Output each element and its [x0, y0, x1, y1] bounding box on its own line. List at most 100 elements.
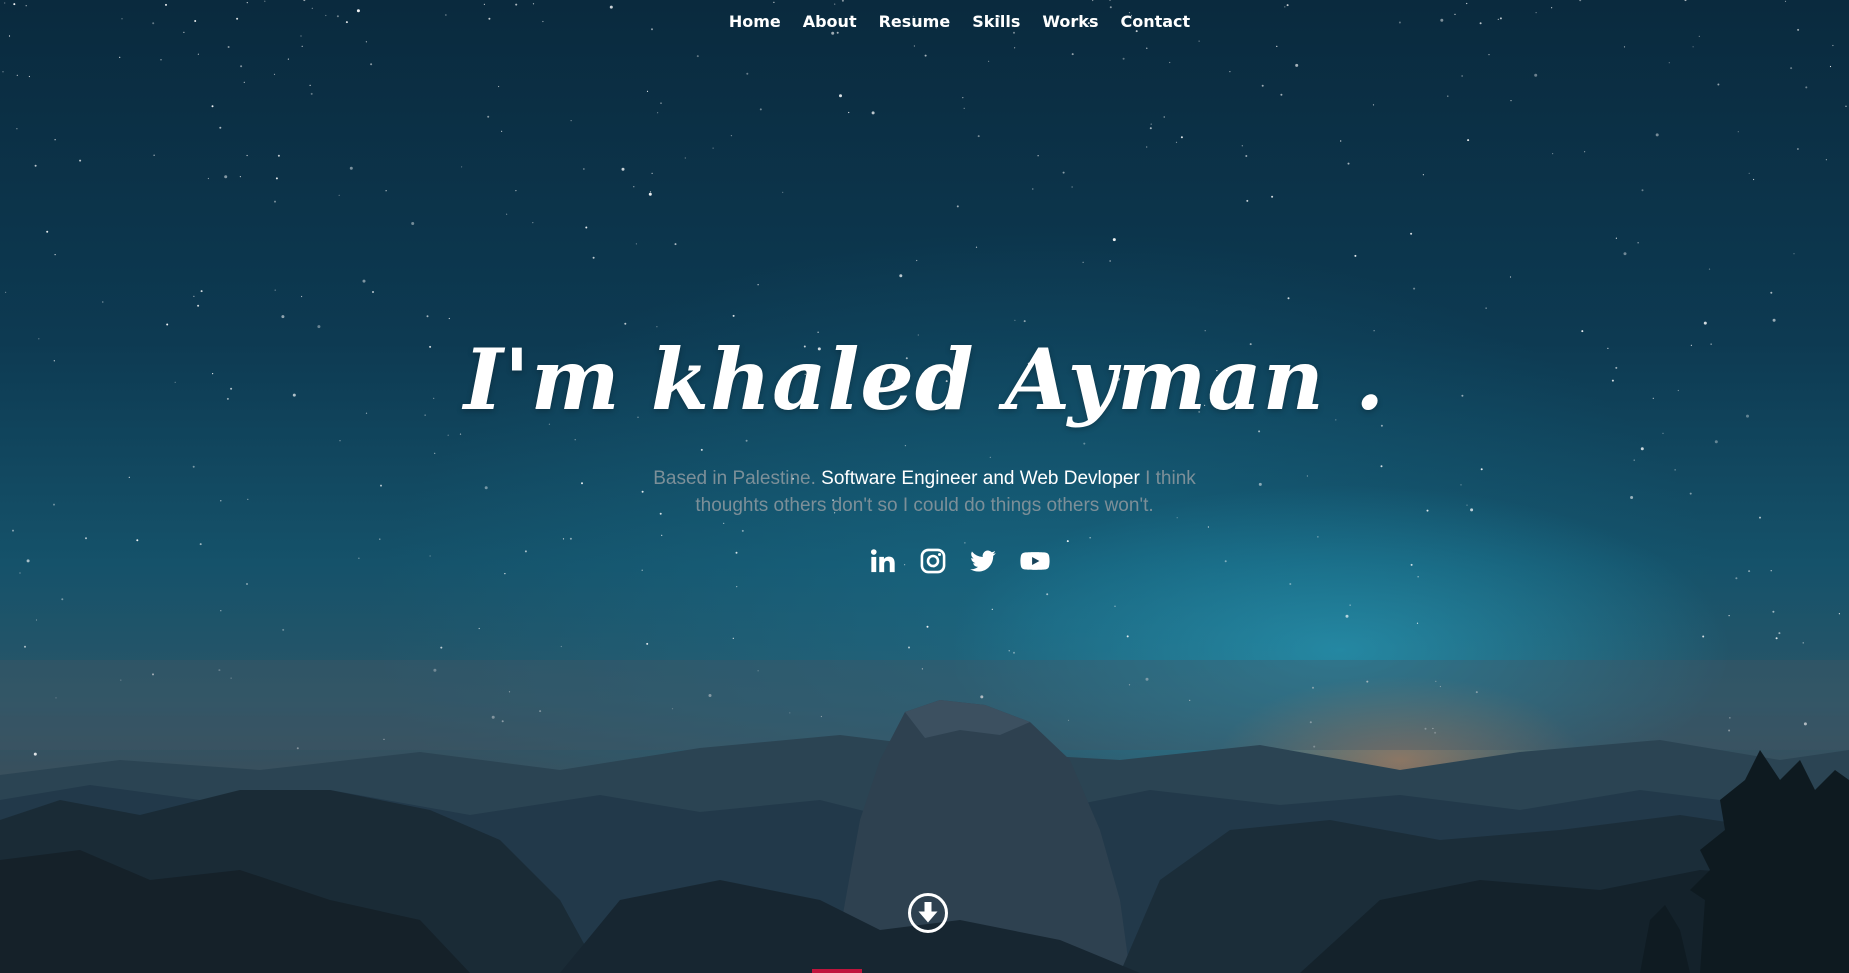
star [621, 167, 625, 171]
star [1163, 116, 1165, 118]
star [1748, 172, 1750, 174]
star [287, 58, 289, 60]
star [708, 694, 712, 697]
scroll-down-button[interactable] [907, 892, 949, 934]
nav-about-link[interactable]: About [803, 12, 857, 31]
star [246, 1, 248, 4]
hero-subtitle: Based in Palestine. Software Engineer an… [0, 465, 1849, 519]
star [1287, 297, 1290, 300]
star [264, 0, 266, 2]
star [275, 177, 278, 180]
star [1434, 731, 1437, 734]
star [28, 75, 30, 78]
nav-works-link[interactable]: Works [1042, 12, 1098, 31]
star [1461, 75, 1463, 77]
star [1641, 189, 1644, 192]
star [1207, 526, 1209, 528]
star [309, 84, 311, 86]
nav-resume-link[interactable]: Resume [879, 12, 951, 31]
nav-contact-link[interactable]: Contact [1120, 12, 1190, 31]
nav-home-link[interactable]: Home [729, 12, 781, 31]
star [383, 738, 385, 740]
star [119, 56, 121, 58]
star [211, 105, 214, 108]
star [4, 2, 6, 4]
star [759, 108, 762, 111]
star [1702, 635, 1705, 638]
linkedin-link[interactable] [868, 546, 898, 576]
star [281, 315, 285, 319]
star [930, 716, 933, 719]
star [339, 440, 341, 442]
star [712, 147, 714, 149]
star [197, 53, 199, 55]
star [274, 289, 276, 291]
star [633, 186, 635, 188]
star [569, 537, 572, 540]
star [988, 60, 990, 63]
nav-skills-link[interactable]: Skills [972, 12, 1020, 31]
star [1729, 717, 1731, 719]
star [199, 543, 202, 546]
star [1109, 260, 1111, 262]
star [1623, 252, 1627, 256]
star [1014, 319, 1016, 321]
youtube-link[interactable] [1018, 546, 1052, 576]
star [1439, 685, 1441, 688]
subtitle-location: Based in Palestine. [653, 468, 816, 489]
star [1114, 605, 1116, 607]
star [1189, 699, 1191, 702]
star [1271, 195, 1274, 198]
twitter-icon [969, 550, 996, 572]
star [560, 645, 562, 648]
star [1534, 73, 1538, 77]
star [592, 256, 595, 259]
star [570, 120, 572, 122]
star [1778, 632, 1781, 635]
star [1728, 729, 1731, 732]
star [1092, 0, 1094, 2]
star [240, 65, 243, 68]
instagram-link[interactable] [918, 546, 948, 576]
star [532, 222, 534, 224]
star [1509, 276, 1512, 278]
star [515, 190, 517, 192]
star [646, 90, 649, 92]
star [1615, 237, 1617, 239]
star [197, 304, 200, 307]
star [1295, 63, 1299, 67]
star [782, 191, 784, 193]
star [1246, 199, 1249, 202]
star [1347, 162, 1350, 165]
star [757, 670, 759, 672]
star [1128, 684, 1131, 686]
star [964, 542, 966, 544]
twitter-link[interactable] [968, 546, 998, 576]
star [1692, 46, 1694, 48]
star [723, 522, 725, 525]
linkedin-icon [870, 549, 895, 573]
star [24, 645, 26, 648]
star [1083, 442, 1086, 445]
star [1633, 459, 1635, 461]
star [46, 230, 49, 233]
star [1261, 84, 1264, 87]
star [921, 668, 924, 670]
star [1067, 719, 1070, 722]
star [61, 598, 64, 601]
star [1803, 722, 1807, 726]
star [246, 583, 248, 585]
star [980, 695, 984, 699]
star [1838, 613, 1840, 615]
star [102, 301, 104, 303]
star [1793, 253, 1795, 255]
star [1013, 31, 1015, 34]
star [1071, 53, 1074, 56]
star [79, 159, 82, 162]
star [300, 35, 302, 37]
star [730, 135, 733, 137]
star [1552, 153, 1554, 155]
star [1082, 261, 1084, 263]
subtitle-role: Software Engineer and Web Devloper [821, 468, 1140, 489]
star [379, 538, 381, 540]
